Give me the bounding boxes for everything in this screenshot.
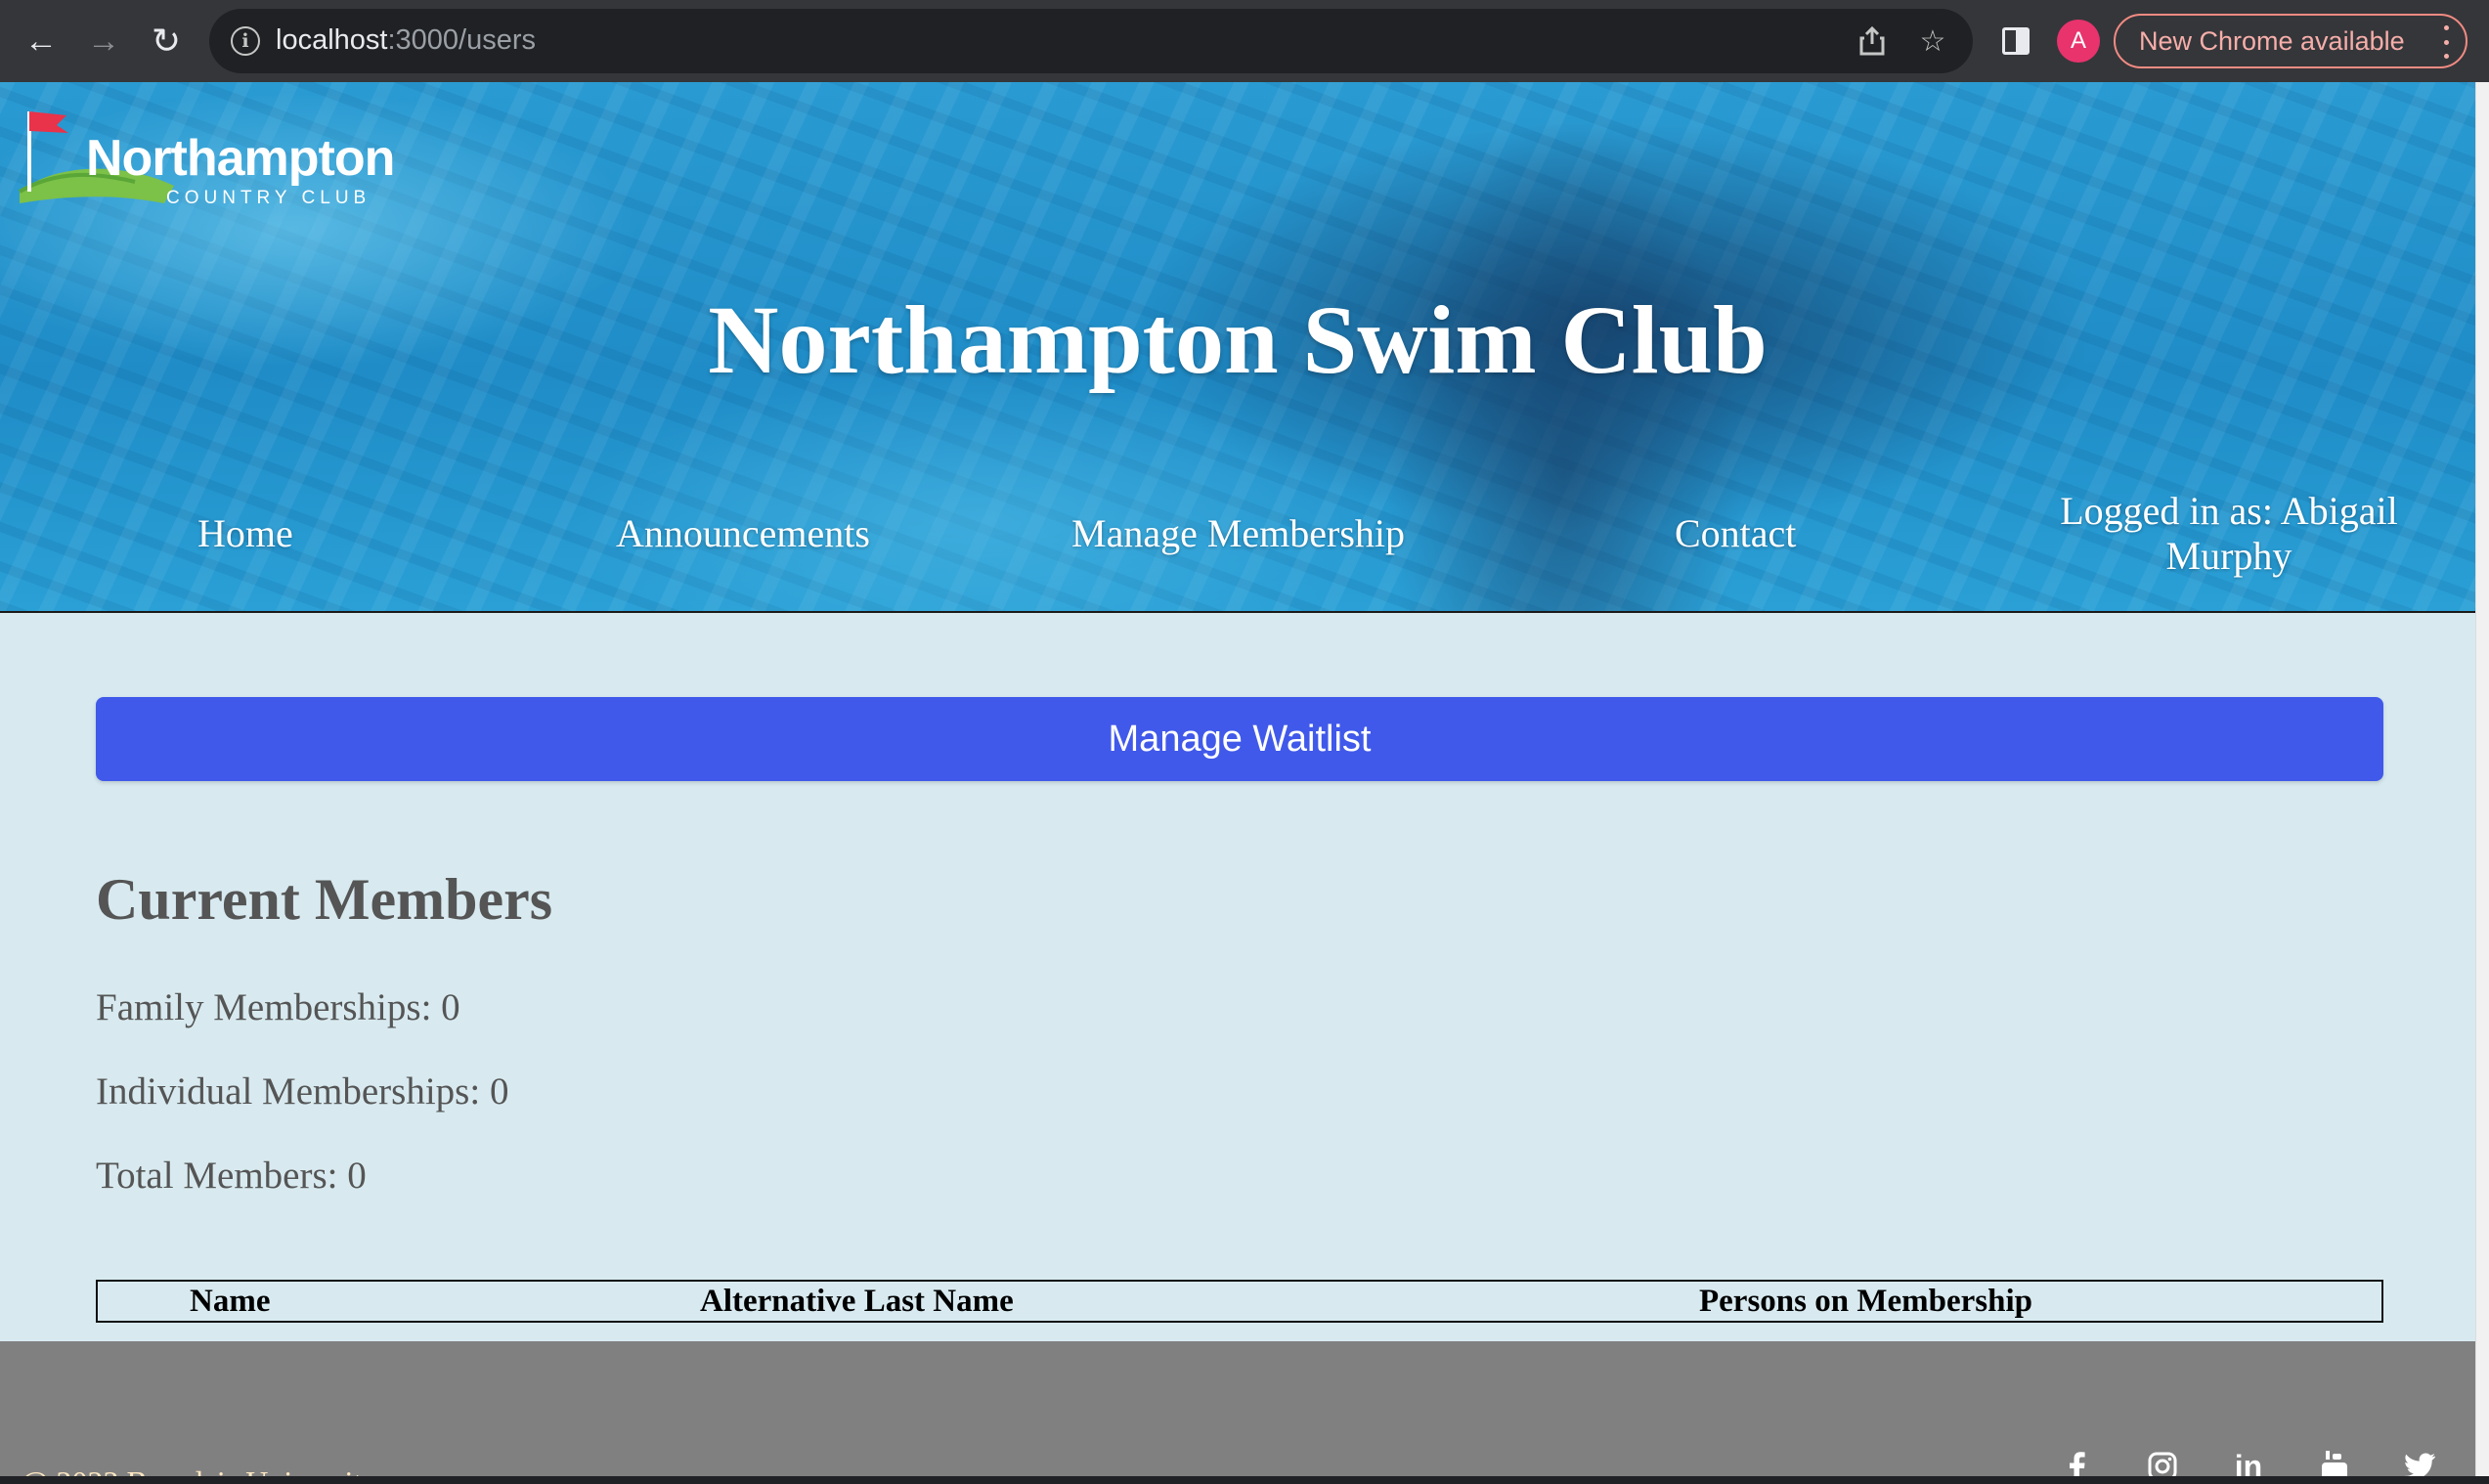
nav-contact[interactable]: Contact xyxy=(1675,510,1796,556)
url-text[interactable]: localhost:3000/users xyxy=(276,24,536,57)
linkedin-icon[interactable]: in xyxy=(2229,1447,2268,1477)
hero-banner: Northampton COUNTRY CLUB Northampton Swi… xyxy=(0,82,2475,613)
manage-waitlist-button[interactable]: Manage Waitlist xyxy=(96,697,2383,781)
column-header-alt-last-name[interactable]: Alternative Last Name xyxy=(700,1284,1014,1320)
logo-subtitle: COUNTRY CLUB xyxy=(166,188,371,208)
copyright-text: @ 2023 Brandeis University xyxy=(20,1464,377,1476)
reload-icon[interactable]: ↻ xyxy=(143,18,190,65)
page-viewport: Northampton COUNTRY CLUB Northampton Swi… xyxy=(0,82,2475,1476)
logged-in-line-1: Logged in as: Abigail xyxy=(2060,489,2398,533)
family-memberships-count: Family Memberships: 0 xyxy=(96,986,460,1028)
members-table: Name Alternative Last Name Persons on Me… xyxy=(96,1280,2383,1323)
page-scrollbar[interactable] xyxy=(2475,82,2489,1476)
share-icon[interactable] xyxy=(1854,22,1891,60)
bookmark-star-icon[interactable]: ☆ xyxy=(1914,22,1951,60)
page-footer: @ 2023 Brandeis University in xyxy=(0,1341,2475,1476)
nav-manage-membership[interactable]: Manage Membership xyxy=(1071,510,1405,556)
instagram-icon[interactable] xyxy=(2143,1447,2182,1476)
nav-home[interactable]: Home xyxy=(197,510,293,556)
logged-in-line-2: Murphy xyxy=(2165,534,2292,578)
address-bar[interactable]: i localhost:3000/users ☆ xyxy=(209,9,1973,73)
update-label: New Chrome available xyxy=(2139,25,2405,56)
club-logo[interactable]: Northampton COUNTRY CLUB xyxy=(18,102,409,209)
column-header-persons[interactable]: Persons on Membership xyxy=(1699,1284,2032,1320)
facebook-icon[interactable] xyxy=(2057,1447,2096,1476)
column-header-name[interactable]: Name xyxy=(190,1284,270,1320)
page-title: Northampton Swim Club xyxy=(708,285,1768,394)
logo-wordmark: Northampton xyxy=(86,130,395,187)
more-menu-icon[interactable] xyxy=(2440,25,2452,59)
current-members-heading: Current Members xyxy=(96,867,553,932)
youtube-icon[interactable] xyxy=(2315,1447,2354,1476)
chrome-update-button[interactable]: New Chrome available xyxy=(2114,14,2467,68)
browser-toolbar: ← → ↻ i localhost:3000/users ☆ A New Chr… xyxy=(0,0,2489,82)
logged-in-user[interactable]: Logged in as: Abigail Murphy xyxy=(2014,489,2444,579)
twitter-icon[interactable] xyxy=(2401,1447,2440,1476)
total-members-count: Total Members: 0 xyxy=(96,1155,367,1197)
individual-memberships-count: Individual Memberships: 0 xyxy=(96,1070,509,1113)
side-panel-icon[interactable] xyxy=(2002,27,2030,55)
back-icon[interactable]: ← xyxy=(18,18,65,65)
nav-announcements[interactable]: Announcements xyxy=(616,510,870,556)
forward-icon[interactable]: → xyxy=(80,18,127,65)
site-info-icon[interactable]: i xyxy=(231,26,260,56)
profile-avatar[interactable]: A xyxy=(2057,20,2100,63)
